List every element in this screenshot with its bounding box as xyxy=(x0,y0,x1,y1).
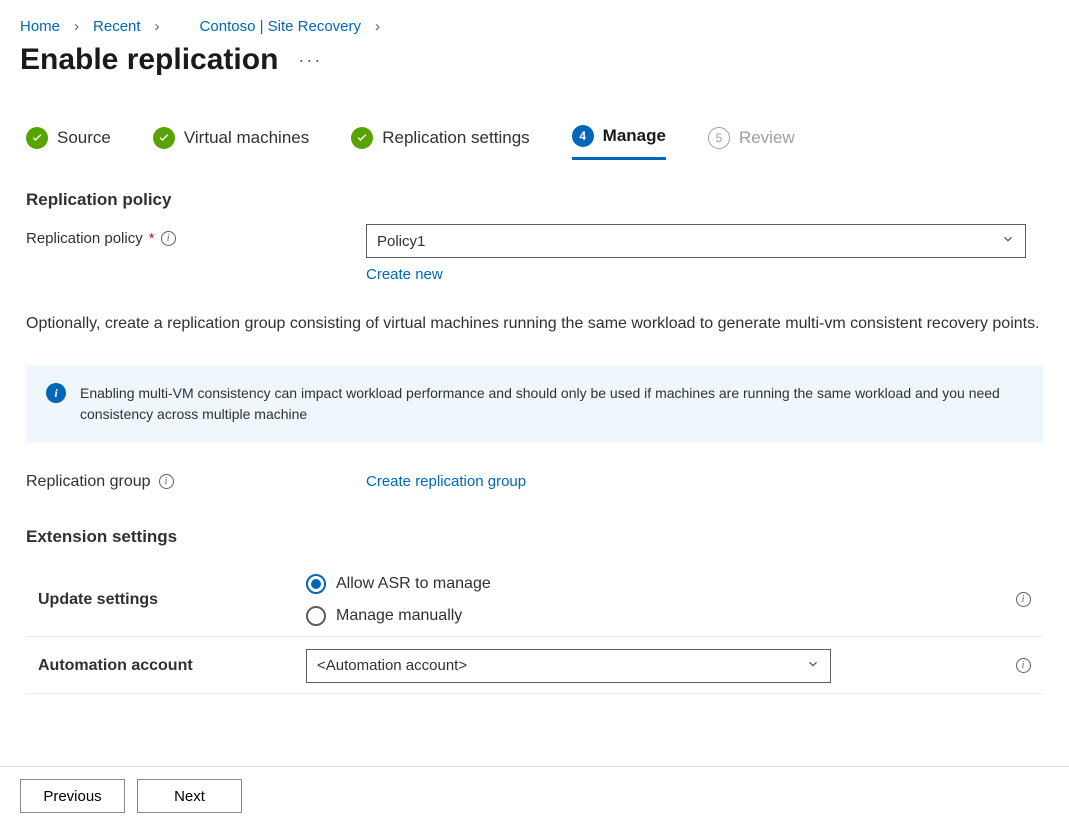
info-icon[interactable]: i xyxy=(1016,592,1031,607)
automation-account-label: Automation account xyxy=(26,657,306,675)
extension-settings-heading: Extension settings xyxy=(26,527,1043,547)
step-label: Replication settings xyxy=(382,128,529,148)
step-replication-settings[interactable]: Replication settings xyxy=(351,127,529,159)
automation-account-select[interactable]: <Automation account> xyxy=(306,649,831,683)
step-label: Source xyxy=(57,128,111,148)
previous-button[interactable]: Previous xyxy=(20,779,125,813)
step-label: Review xyxy=(739,128,795,148)
step-label: Manage xyxy=(603,126,666,146)
step-manage[interactable]: 4 Manage xyxy=(572,125,666,160)
info-icon[interactable]: i xyxy=(161,231,176,246)
row-update-settings: Update settings Allow ASR to manage Mana… xyxy=(26,561,1043,637)
multi-vm-warning-banner: i Enabling multi-VM consistency can impa… xyxy=(26,365,1043,443)
radio-allow-asr[interactable]: Allow ASR to manage xyxy=(306,574,1003,594)
step-source[interactable]: Source xyxy=(26,127,111,159)
extension-settings: Update settings Allow ASR to manage Mana… xyxy=(26,561,1043,694)
step-review[interactable]: 5 Review xyxy=(708,127,795,159)
info-icon: i xyxy=(46,383,66,403)
breadcrumb-recent[interactable]: Recent xyxy=(93,18,141,35)
section-manage: Replication policy Replication policy * … xyxy=(0,160,1069,694)
step-num-icon: 4 xyxy=(572,125,594,147)
breadcrumb: Home › Recent › Contoso | Site Recovery … xyxy=(0,0,1069,35)
row-automation-account: Automation account <Automation account> … xyxy=(26,637,1043,694)
update-settings-control: Allow ASR to manage Manage manually xyxy=(306,574,1003,626)
page-title: Enable replication xyxy=(20,43,278,77)
breadcrumb-contoso[interactable]: Contoso | Site Recovery xyxy=(200,18,361,35)
info-icon[interactable]: i xyxy=(159,474,174,489)
replication-policy-select[interactable]: Policy1 xyxy=(366,224,1026,258)
breadcrumb-sep: › xyxy=(375,18,380,35)
footer: Previous Next xyxy=(0,766,1069,825)
replication-policy-label: Replication policy * i xyxy=(26,224,366,247)
breadcrumb-sep: › xyxy=(155,18,160,35)
more-actions-button[interactable]: ··· xyxy=(298,50,322,71)
replication-policy-control: Policy1 Create new xyxy=(366,224,1043,283)
next-button[interactable]: Next xyxy=(137,779,242,813)
breadcrumb-home[interactable]: Home xyxy=(20,18,60,35)
stepper: Source Virtual machines Replication sett… xyxy=(0,77,1069,160)
check-icon xyxy=(153,127,175,149)
replication-group-label: Replication group i xyxy=(26,473,366,491)
update-settings-label: Update settings xyxy=(26,591,306,609)
section-heading: Replication policy xyxy=(26,190,1043,210)
chevron-down-icon xyxy=(1001,232,1015,250)
page-title-row: Enable replication ··· xyxy=(0,35,1069,77)
step-virtual-machines[interactable]: Virtual machines xyxy=(153,127,309,159)
radio-manage-manually[interactable]: Manage manually xyxy=(306,606,1003,626)
required-asterisk: * xyxy=(149,230,155,247)
create-replication-group-link[interactable]: Create replication group xyxy=(366,473,526,490)
chevron-down-icon xyxy=(806,657,820,675)
create-new-link[interactable]: Create new xyxy=(366,266,1043,283)
step-num-icon: 5 xyxy=(708,127,730,149)
step-label: Virtual machines xyxy=(184,128,309,148)
automation-account-control: <Automation account> xyxy=(306,649,1003,683)
breadcrumb-sep: › xyxy=(74,18,79,35)
replication-group-description: Optionally, create a replication group c… xyxy=(26,311,1043,337)
info-icon[interactable]: i xyxy=(1016,658,1031,673)
check-icon xyxy=(26,127,48,149)
check-icon xyxy=(351,127,373,149)
row-replication-group: Replication group i Create replication g… xyxy=(26,473,1043,491)
row-replication-policy: Replication policy * i Policy1 Create ne… xyxy=(26,224,1043,283)
